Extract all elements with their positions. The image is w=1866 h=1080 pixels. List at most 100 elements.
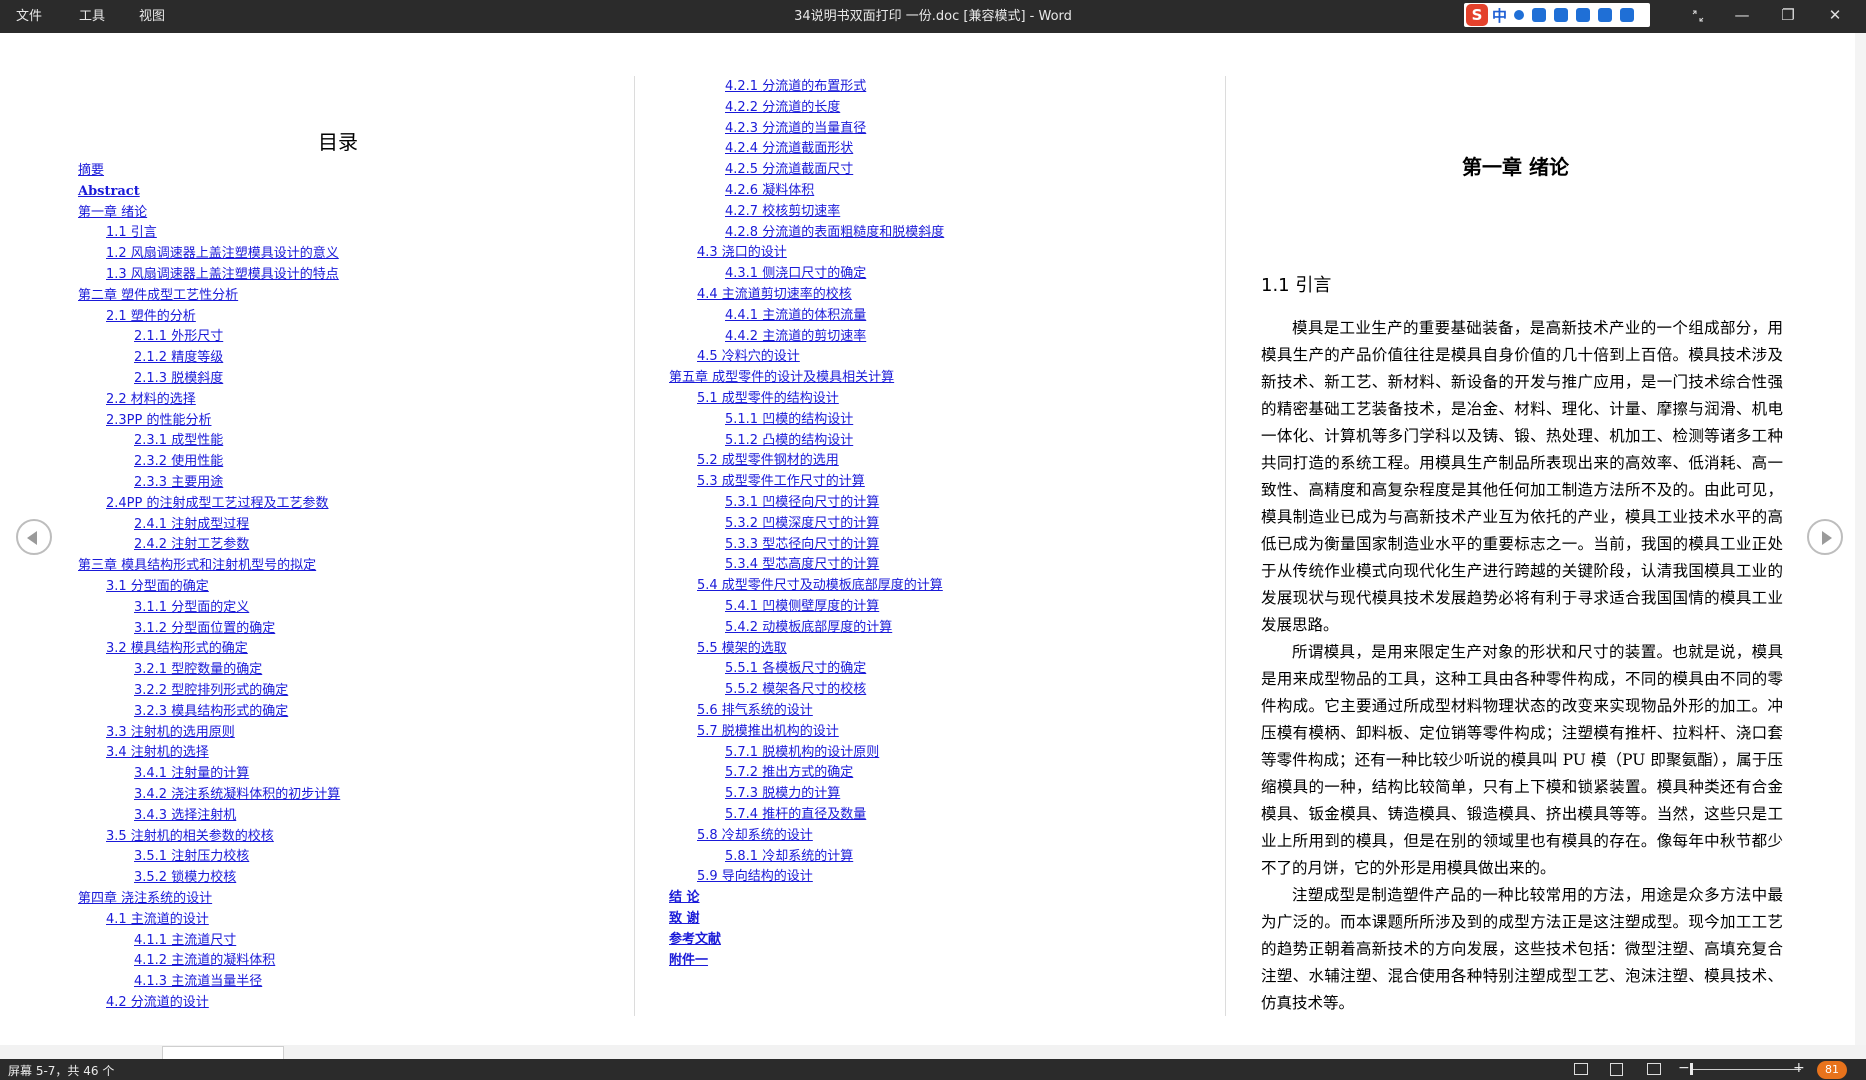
- toc-entry[interactable]: 1.2 风扇调速器上盖注塑模具设计的意义: [106, 245, 339, 262]
- toc-entry[interactable]: 3.5.1 注射压力校核: [134, 848, 249, 865]
- toc-entry[interactable]: 4.4.2 主流道的剪切速率: [725, 328, 866, 345]
- toc-entry[interactable]: 3.5.2 锁模力校核: [134, 869, 236, 886]
- toc-entry[interactable]: 结 论: [669, 889, 700, 906]
- zoom-out-button[interactable]: −: [1678, 1060, 1690, 1076]
- toc-entry[interactable]: 2.1.2 精度等级: [134, 349, 223, 366]
- toc-entry[interactable]: 4.2.3 分流道的当量直径: [725, 120, 866, 137]
- toc-entry[interactable]: 第一章 绪论: [78, 204, 147, 221]
- toc-entry[interactable]: 4.2.8 分流道的表面粗糙度和脱模斜度: [725, 224, 944, 241]
- toc-entry[interactable]: 3.4.3 选择注射机: [134, 807, 236, 824]
- toc-entry[interactable]: 5.3.3 型芯径向尺寸的计算: [725, 536, 879, 553]
- toc-entry[interactable]: 3.4 注射机的选择: [106, 744, 209, 761]
- toc-entry[interactable]: 2.1 塑件的分析: [106, 308, 196, 325]
- toc-entry[interactable]: 2.3.2 使用性能: [134, 453, 223, 470]
- zoom-slider-track[interactable]: [1691, 1069, 1801, 1070]
- toc-entry[interactable]: 2.3PP 的性能分析: [106, 412, 212, 429]
- toc-entry[interactable]: 5.7.3 脱模力的计算: [725, 785, 840, 802]
- toc-entry[interactable]: 5.7.2 推出方式的确定: [725, 764, 853, 781]
- toc-entry[interactable]: 4.1.3 主流道当量半径: [134, 973, 262, 990]
- toc-entry[interactable]: 4.5 冷料穴的设计: [697, 348, 800, 365]
- toc-entry[interactable]: 4.1.1 主流道尺寸: [134, 932, 236, 949]
- toc-entry[interactable]: 第三章 模具结构形式和注射机型号的拟定: [78, 557, 316, 574]
- ime-language-indicator[interactable]: 中: [1492, 5, 1507, 26]
- web-layout-icon[interactable]: [1647, 1063, 1661, 1075]
- toc-entry[interactable]: 5.3 成型零件工作尺寸的计算: [697, 473, 865, 490]
- toc-entry[interactable]: 2.3.1 成型性能: [134, 432, 223, 449]
- toc-entry[interactable]: 3.2 模具结构形式的确定: [106, 640, 248, 657]
- toc-entry[interactable]: 3.2.1 型腔数量的确定: [134, 661, 262, 678]
- minimize-button[interactable]: —: [1720, 0, 1764, 33]
- toc-entry[interactable]: 3.2.2 型腔排列形式的确定: [134, 682, 288, 699]
- zoom-in-button[interactable]: +: [1793, 1060, 1805, 1076]
- menu-view[interactable]: 视图: [139, 0, 165, 33]
- toc-entry[interactable]: 3.3 注射机的选用原则: [106, 724, 235, 741]
- emoji-icon[interactable]: [1532, 8, 1546, 22]
- toc-entry[interactable]: 5.4 成型零件尺寸及动模板底部厚度的计算: [697, 577, 943, 594]
- toc-entry[interactable]: 4.4.1 主流道的体积流量: [725, 307, 866, 324]
- toc-entry[interactable]: 1.1 引言: [106, 224, 157, 241]
- toc-entry[interactable]: 2.1.3 脱模斜度: [134, 370, 223, 387]
- toc-entry[interactable]: 5.1.1 凹模的结构设计: [725, 411, 853, 428]
- toc-entry[interactable]: 5.1 成型零件的结构设计: [697, 390, 839, 407]
- menu-file[interactable]: 文件: [16, 0, 42, 33]
- toc-entry[interactable]: Abstract: [78, 183, 140, 200]
- punctuation-icon[interactable]: [1514, 10, 1524, 20]
- toc-entry[interactable]: 5.7.4 推杆的直径及数量: [725, 806, 866, 823]
- toc-entry[interactable]: 4.2.4 分流道截面形状: [725, 140, 853, 157]
- toc-entry[interactable]: 参考文献: [669, 931, 721, 948]
- toc-entry[interactable]: 5.3.1 凹模径向尺寸的计算: [725, 494, 879, 511]
- toc-entry[interactable]: 5.8.1 冷却系统的计算: [725, 848, 853, 865]
- ime-toolbar[interactable]: S 中: [1464, 3, 1650, 27]
- toc-entry[interactable]: 3.5 注射机的相关参数的校核: [106, 828, 274, 845]
- close-button[interactable]: ✕: [1813, 0, 1857, 33]
- read-mode-icon[interactable]: [1574, 1063, 1588, 1075]
- toc-entry[interactable]: 4.2.5 分流道截面尺寸: [725, 161, 853, 178]
- toc-entry[interactable]: 1.3 风扇调速器上盖注塑模具设计的特点: [106, 266, 339, 283]
- toc-entry[interactable]: 5.1.2 凸模的结构设计: [725, 432, 853, 449]
- toc-entry[interactable]: 3.4.2 浇注系统凝料体积的初步计算: [134, 786, 340, 803]
- toc-entry[interactable]: 5.2 成型零件钢材的选用: [697, 452, 839, 469]
- toc-entry[interactable]: 5.5.1 各模板尺寸的确定: [725, 660, 866, 677]
- horizontal-scroll-thumb[interactable]: [162, 1046, 284, 1060]
- toc-entry[interactable]: 4.3.1 侧浇口尺寸的确定: [725, 265, 866, 282]
- restore-icon[interactable]: [1676, 0, 1720, 33]
- toc-entry[interactable]: 4.1.2 主流道的凝料体积: [134, 952, 275, 969]
- toc-entry[interactable]: 5.6 排气系统的设计: [697, 702, 813, 719]
- toc-entry[interactable]: 3.4.1 注射量的计算: [134, 765, 249, 782]
- toc-entry[interactable]: 4.2.7 校核剪切速率: [725, 203, 840, 220]
- skin-icon[interactable]: [1598, 8, 1612, 22]
- toc-entry[interactable]: 5.5.2 模架各尺寸的校核: [725, 681, 866, 698]
- keyboard-icon[interactable]: [1554, 8, 1568, 22]
- toc-entry[interactable]: 4.2.1 分流道的布置形式: [725, 78, 866, 95]
- toc-entry[interactable]: 5.7 脱模推出机构的设计: [697, 723, 839, 740]
- toc-entry[interactable]: 5.3.2 凹模深度尺寸的计算: [725, 515, 879, 532]
- toc-entry[interactable]: 第四章 浇注系统的设计: [78, 890, 212, 907]
- toc-entry[interactable]: 2.3.3 主要用途: [134, 474, 223, 491]
- toc-entry[interactable]: 2.2 材料的选择: [106, 391, 196, 408]
- toc-entry[interactable]: 3.1 分型面的确定: [106, 578, 209, 595]
- toc-entry[interactable]: 5.8 冷却系统的设计: [697, 827, 813, 844]
- zoom-slider-thumb[interactable]: [1690, 1063, 1693, 1075]
- prev-page-button[interactable]: [16, 519, 52, 555]
- horizontal-scrollbar[interactable]: [0, 1045, 1866, 1060]
- toc-entry[interactable]: 致 谢: [669, 910, 700, 927]
- toc-entry[interactable]: 2.4.2 注射工艺参数: [134, 536, 249, 553]
- zoom-level-badge[interactable]: 81: [1817, 1061, 1847, 1079]
- toc-entry[interactable]: 3.1.1 分型面的定义: [134, 599, 249, 616]
- toc-entry[interactable]: 2.4PP 的注射成型工艺过程及工艺参数: [106, 495, 329, 512]
- toc-entry[interactable]: 5.7.1 脱模机构的设计原则: [725, 744, 879, 761]
- toc-entry[interactable]: 4.2.2 分流道的长度: [725, 99, 840, 116]
- user-icon[interactable]: [1576, 8, 1590, 22]
- toc-entry[interactable]: 5.4.1 凹模侧壁厚度的计算: [725, 598, 879, 615]
- maximize-button[interactable]: ❐: [1766, 0, 1810, 33]
- toc-entry[interactable]: 5.5 模架的选取: [697, 640, 787, 657]
- wrench-icon[interactable]: [1620, 8, 1634, 22]
- vertical-scrollbar[interactable]: [1855, 33, 1866, 1045]
- toc-entry[interactable]: 4.1 主流道的设计: [106, 911, 209, 928]
- toc-entry[interactable]: 4.4 主流道剪切速率的校核: [697, 286, 852, 303]
- toc-entry[interactable]: 摘要: [78, 162, 104, 179]
- toc-entry[interactable]: 5.4.2 动模板底部厚度的计算: [725, 619, 892, 636]
- toc-entry[interactable]: 2.4.1 注射成型过程: [134, 516, 249, 533]
- toc-entry[interactable]: 第五章 成型零件的设计及模具相关计算: [669, 369, 894, 386]
- toc-entry[interactable]: 5.9 导向结构的设计: [697, 868, 813, 885]
